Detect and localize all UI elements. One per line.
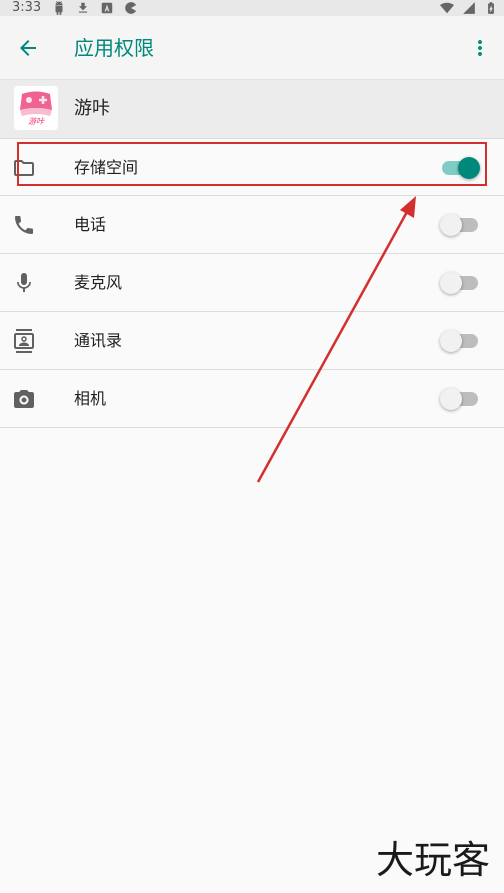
- mic-icon: [17, 273, 31, 292]
- permission-row-phone[interactable]: 电话: [0, 196, 504, 254]
- a-badge-icon: [101, 2, 113, 14]
- phone-toggle[interactable]: [440, 214, 478, 236]
- pacman-icon: [125, 2, 137, 14]
- permission-row-storage[interactable]: 存储空间: [0, 138, 504, 196]
- permission-label: 麦克风: [74, 273, 123, 292]
- app-bar: 应用权限: [0, 16, 504, 80]
- permission-label: 存储空间: [74, 158, 139, 177]
- svg-text:游咔: 游咔: [28, 117, 45, 126]
- status-time: 3:33: [12, 0, 42, 15]
- contacts-toggle[interactable]: [440, 330, 478, 352]
- switch-thumb: [440, 388, 462, 410]
- overflow-menu-button[interactable]: [464, 28, 496, 68]
- svg-text:大玩客: 大玩客: [376, 838, 490, 882]
- status-bar: 3:33: [0, 0, 504, 16]
- permission-label: 通讯录: [74, 331, 123, 350]
- status-icons-left: [52, 0, 138, 16]
- permission-row-microphone[interactable]: 麦克风: [0, 254, 504, 312]
- signal-icon: [463, 2, 475, 14]
- contacts-icon: [14, 329, 34, 353]
- switch-thumb: [440, 272, 462, 294]
- camera-icon: [14, 390, 34, 408]
- android-icon: [55, 1, 63, 15]
- switch-thumb: [458, 157, 480, 179]
- switch-thumb: [440, 330, 462, 352]
- wifi-icon: [440, 2, 454, 14]
- arrow-back-icon: [20, 40, 36, 56]
- app-header: 游咔 游咔: [0, 80, 504, 138]
- phone-icon: [15, 216, 33, 234]
- back-button[interactable]: [8, 28, 48, 68]
- gamepad-logo-icon: 游咔: [14, 86, 58, 130]
- microphone-toggle[interactable]: [440, 272, 478, 294]
- battery-icon: [488, 2, 494, 14]
- app-icon: 游咔: [14, 86, 58, 130]
- permission-label: 相机: [74, 389, 107, 408]
- permission-label: 电话: [74, 215, 107, 234]
- download-icon: [78, 2, 88, 13]
- permission-list: 存储空间 电话 麦克风 通讯录 相机: [0, 138, 504, 428]
- app-name: 游咔: [74, 98, 110, 119]
- permission-row-contacts[interactable]: 通讯录: [0, 312, 504, 370]
- watermark-logo: 大玩客: [376, 838, 490, 882]
- storage-toggle[interactable]: [442, 157, 480, 179]
- status-icons-right: [440, 0, 498, 16]
- permission-row-camera[interactable]: 相机: [0, 370, 504, 428]
- page-title: 应用权限: [74, 36, 154, 60]
- more-vert-icon: [478, 40, 482, 56]
- folder-icon: [14, 160, 34, 176]
- switch-thumb: [440, 214, 462, 236]
- camera-toggle[interactable]: [440, 388, 478, 410]
